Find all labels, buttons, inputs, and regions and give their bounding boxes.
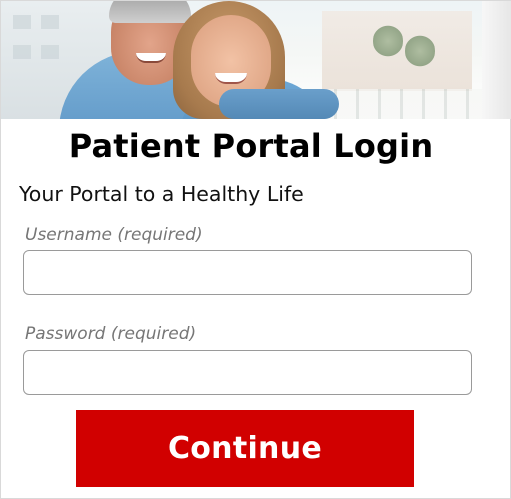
continue-button[interactable]: Continue [76, 410, 414, 487]
window-decoration [13, 45, 31, 59]
username-label: Username (required) [25, 225, 203, 245]
username-input[interactable] [23, 250, 472, 295]
login-card: Patient Portal Login Your Portal to a He… [0, 0, 511, 499]
window-frame-decoration [482, 1, 511, 119]
window-decoration [13, 15, 31, 29]
password-input[interactable] [23, 350, 472, 395]
palm-decoration [373, 21, 403, 61]
palm-decoration [405, 31, 435, 71]
window-decoration [41, 15, 59, 29]
window-decoration [41, 45, 59, 59]
couple-photo-icon [1, 1, 511, 119]
page-title: Patient Portal Login [68, 127, 434, 165]
man-arm [219, 89, 339, 119]
page-subtitle: Your Portal to a Healthy Life [19, 182, 304, 206]
man-hair [109, 1, 191, 23]
password-label: Password (required) [25, 324, 197, 344]
